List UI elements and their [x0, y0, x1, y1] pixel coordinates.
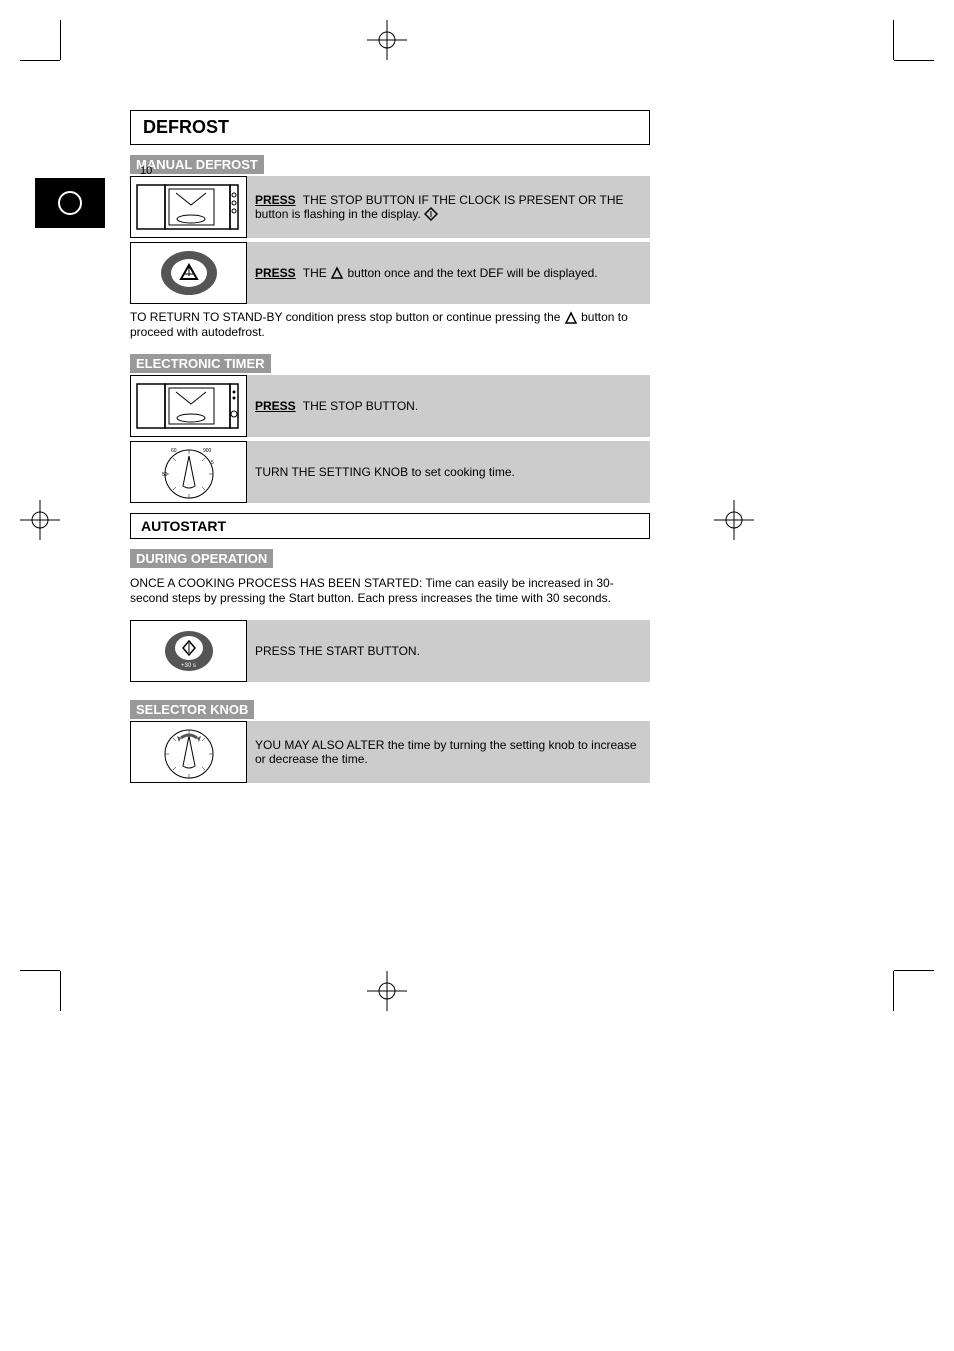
electronic-timer-header: ELECTRONIC TIMER: [130, 354, 271, 373]
registration-mark-icon: [714, 500, 754, 540]
microwave-open-icon: [130, 176, 247, 238]
svg-text:5: 5: [211, 460, 214, 466]
defrost-button-icon: [130, 242, 247, 304]
registration-mark-icon: [20, 500, 60, 540]
defrost-triangle-icon: [330, 266, 344, 280]
during-operation-header: DURING OPERATION: [130, 549, 273, 568]
side-circle-icon: [35, 178, 105, 228]
crop-mark-icon: [894, 20, 934, 60]
registration-mark-icon: [367, 20, 407, 60]
autostart-title: AUTOSTART: [130, 513, 650, 539]
registration-mark-icon: [367, 971, 407, 1011]
crop-mark-icon: [20, 971, 60, 1011]
during-op-step: PRESS THE START BUTTON.: [247, 620, 650, 682]
manual-note: TO RETURN TO STAND-BY condition press st…: [130, 310, 650, 340]
crop-mark-icon: [20, 20, 60, 60]
electronic-step-2: TURN THE SETTING KNOB to set cooking tim…: [247, 441, 650, 503]
svg-text:50: 50: [162, 472, 168, 478]
svg-text:+30 s: +30 s: [181, 663, 196, 669]
start-diamond-icon: [424, 207, 438, 221]
selector-knob-header: SELECTOR KNOB: [130, 700, 254, 719]
defrost-triangle-icon: [564, 311, 578, 325]
manual-step-2: PRESS THE button once and the text DEF w…: [247, 242, 650, 304]
during-operation-intro: ONCE A COOKING PROCESS HAS BEEN STARTED:…: [130, 576, 650, 606]
svg-text:60: 60: [171, 448, 177, 454]
page-title: DEFROST: [130, 110, 650, 145]
start-30s-button-icon: +30 s: [130, 620, 247, 682]
selector-step: YOU MAY ALSO ALTER the time by turning t…: [247, 721, 650, 783]
electronic-step-1: PRESS THE STOP BUTTON.: [247, 375, 650, 437]
manual-step-1: PRESS THE STOP BUTTON IF THE CLOCK IS PR…: [247, 176, 650, 238]
svg-text:900: 900: [203, 448, 212, 454]
microwave-open-icon: [130, 375, 247, 437]
timer-dial-arrows-icon: [130, 721, 247, 783]
crop-mark-icon: [894, 971, 934, 1011]
timer-dial-icon: 60 900 50 5: [130, 441, 247, 503]
